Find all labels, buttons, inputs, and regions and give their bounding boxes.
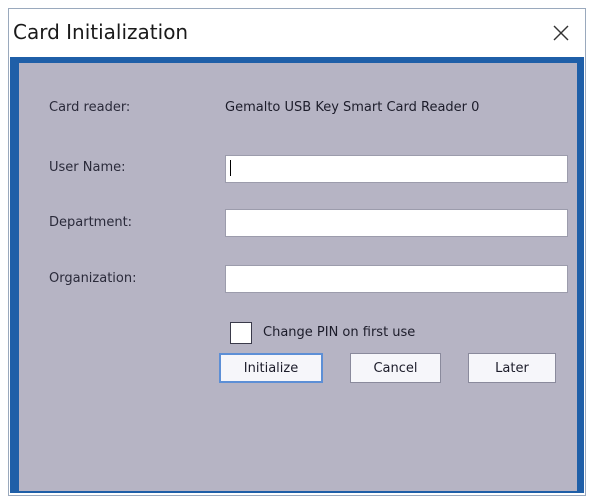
department-label: Department: (49, 215, 133, 230)
organization-label: Organization: (49, 271, 137, 286)
organization-field[interactable] (225, 265, 568, 293)
later-button[interactable]: Later (468, 353, 556, 383)
form-panel: Card reader: Gemalto USB Key Smart Card … (19, 63, 577, 491)
window-client-area: Card reader: Gemalto USB Key Smart Card … (10, 57, 584, 493)
card-reader-value: Gemalto USB Key Smart Card Reader 0 (225, 100, 480, 115)
department-field[interactable] (225, 209, 568, 237)
change-pin-label[interactable]: Change PIN on first use (263, 325, 415, 340)
title-bar[interactable]: Card Initialization (9, 9, 585, 57)
card-reader-label: Card reader: (49, 100, 131, 115)
user-name-field[interactable] (225, 155, 568, 183)
window-title: Card Initialization (13, 20, 189, 44)
change-pin-checkbox[interactable] (230, 322, 252, 344)
initialize-button[interactable]: Initialize (219, 353, 323, 383)
cancel-button[interactable]: Cancel (350, 353, 441, 383)
card-initialization-dialog: Card Initialization Card reader: Gemalto… (8, 8, 586, 496)
text-caret (230, 160, 231, 176)
close-icon (553, 25, 569, 41)
close-button[interactable] (543, 15, 579, 51)
user-name-label: User Name: (49, 160, 126, 175)
